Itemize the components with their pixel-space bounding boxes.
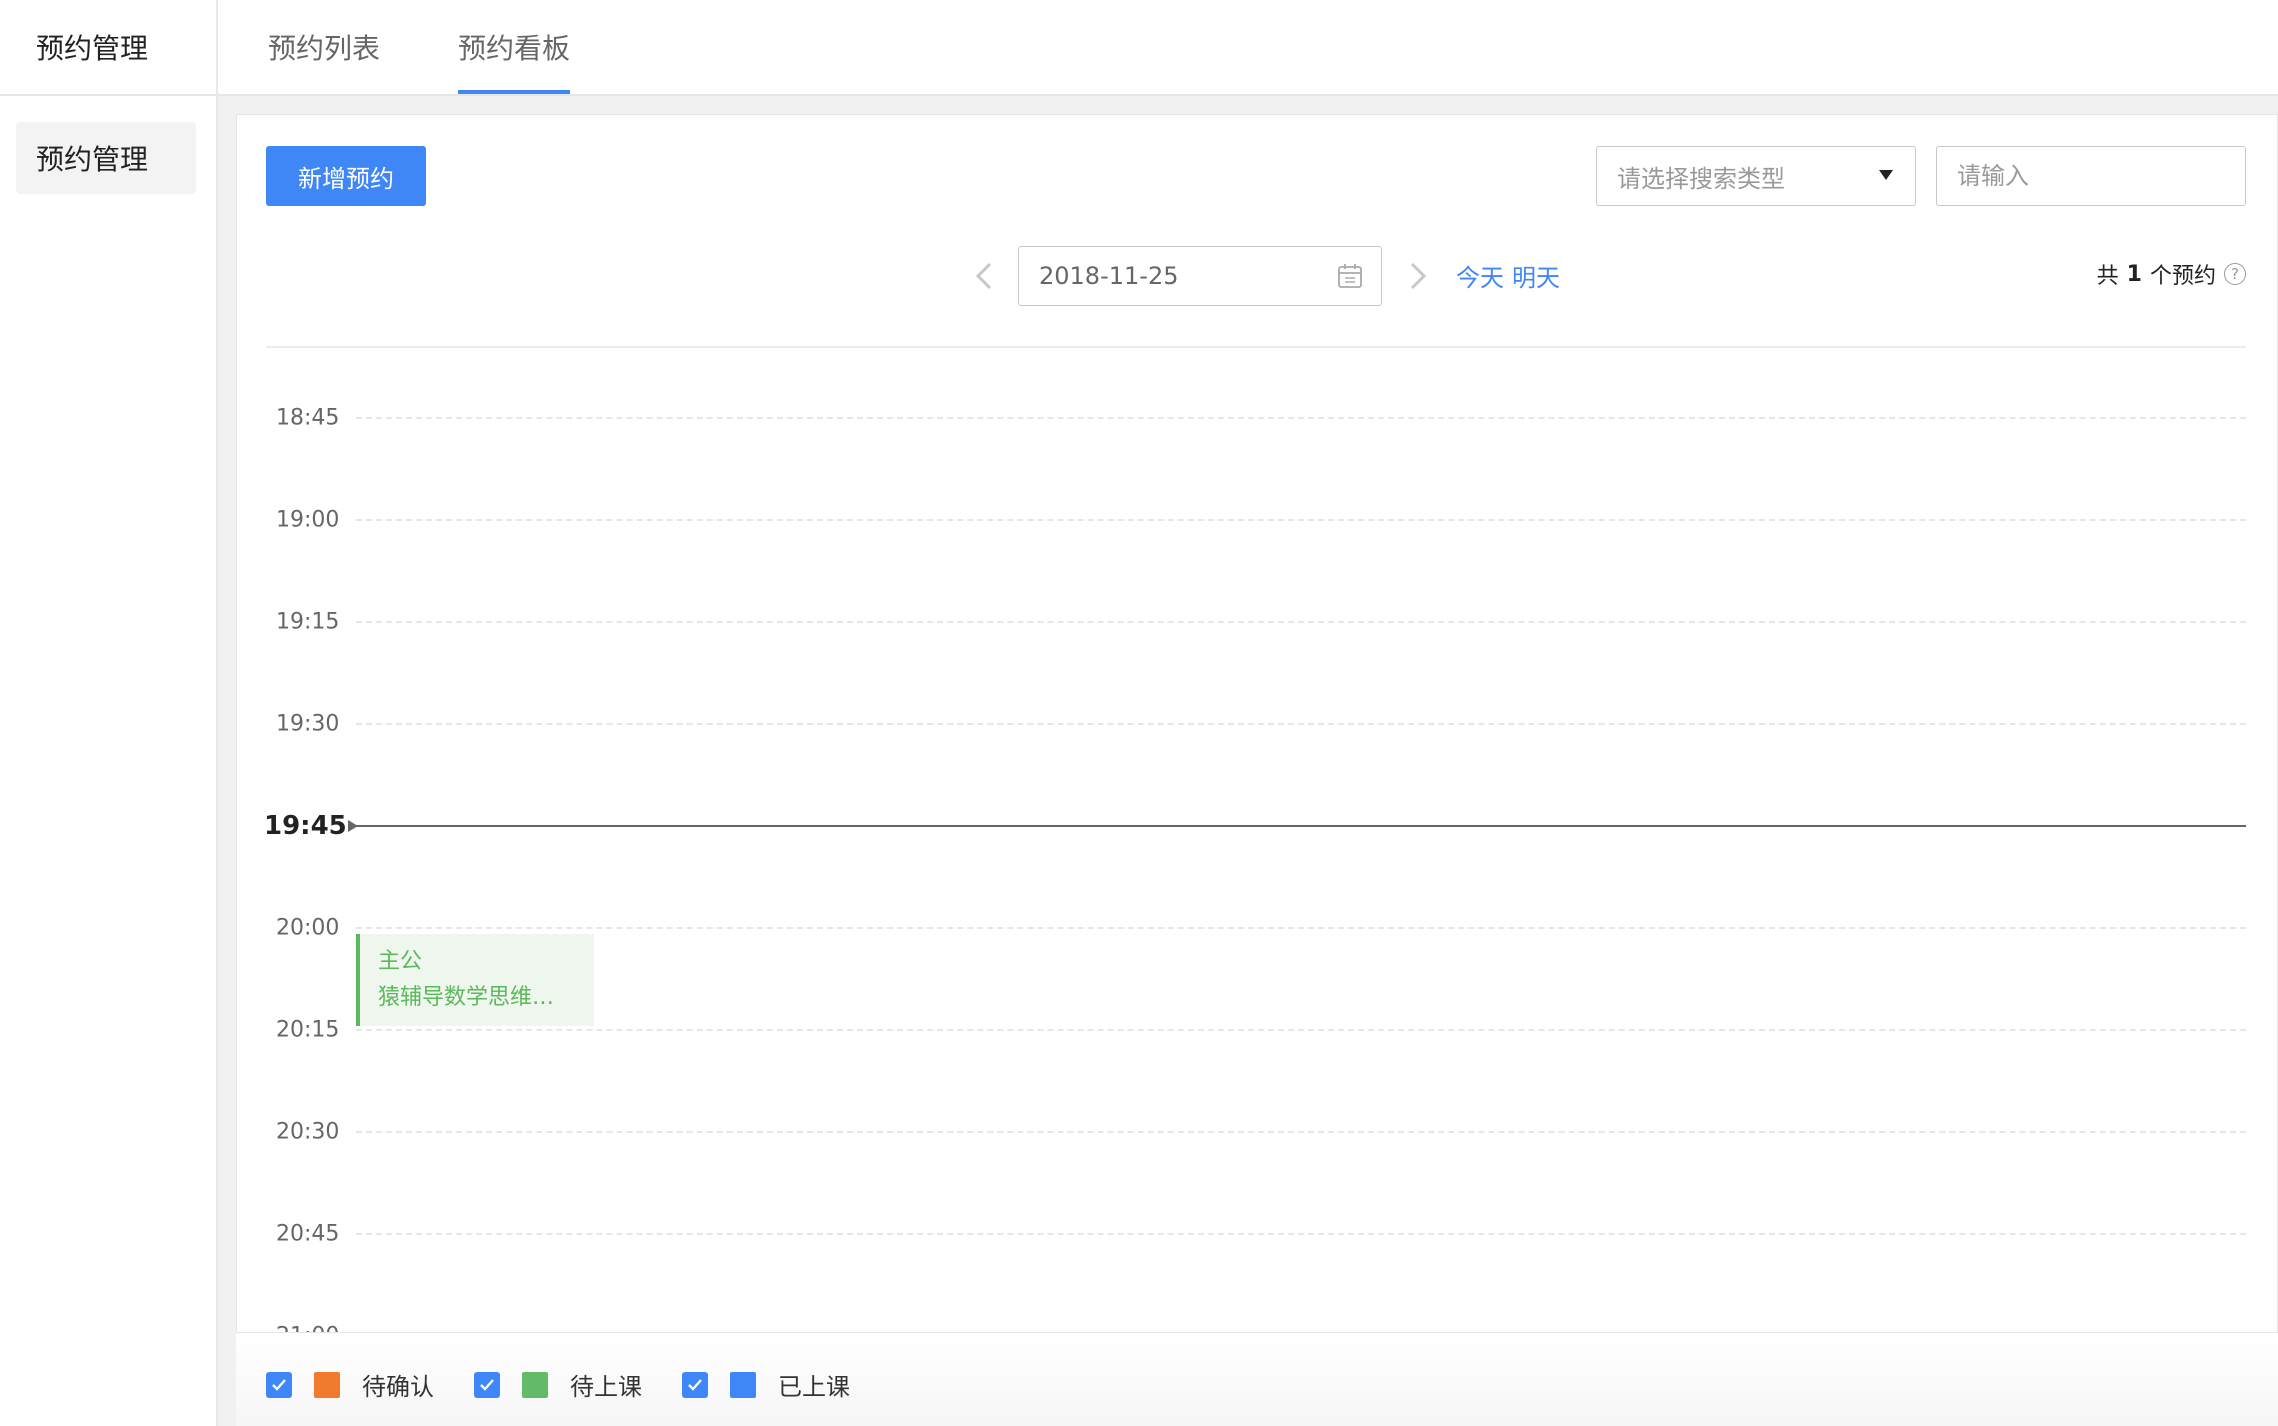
status-checkbox[interactable] [682,1371,708,1398]
total-suffix: 个预约 [2149,264,2216,289]
help-icon[interactable]: ? [2224,263,2246,285]
grid-line [356,1131,2246,1133]
date-picker[interactable]: 2018-11-25 [1018,246,1382,306]
time-label: 19:45 [264,811,347,841]
tab-label: 预约列表 [268,32,381,65]
legend-item: 已上课 [682,1367,850,1402]
calendar-icon [1338,264,1362,288]
tomorrow-link[interactable]: 明天 [1512,258,1560,293]
chevron-left-icon[interactable] [968,258,1004,294]
check-icon [688,1378,702,1391]
time-label: 20:15 [276,1017,340,1043]
current-time-line [356,825,2246,827]
grid-line [356,1233,2246,1235]
search-input[interactable] [1936,146,2246,206]
grid-line [356,519,2246,521]
current-time-marker-icon [348,820,358,832]
total-count: 1 [2126,261,2142,287]
appointment-card[interactable]: 主公猿辅导数学思维… [356,934,594,1026]
status-checkbox[interactable] [266,1371,292,1398]
search-type-select[interactable]: 请选择搜索类型 [1596,146,1916,206]
date-value: 2018-11-25 [1039,262,1179,290]
grid-line [356,417,2246,419]
caret-down-icon [1879,170,1893,180]
toolbar-divider [266,346,2246,348]
time-label: 19:00 [276,507,340,533]
time-label: 21:00 [276,1324,339,1333]
search-type-placeholder: 请选择搜索类型 [1617,164,1785,193]
check-icon [480,1378,494,1391]
grid-line [356,1029,2246,1031]
grid-line [356,723,2246,725]
tab-appointment-list[interactable]: 预约列表 [268,0,380,94]
time-label: 20:45 [276,1221,340,1247]
time-label: 20:30 [276,1119,340,1145]
time-label: 20:00 [276,915,340,941]
status-color-swatch [314,1371,340,1398]
status-checkbox[interactable] [474,1371,500,1398]
status-color-swatch [730,1371,756,1398]
timeline[interactable]: 18:45 19:00 19:15 19:30 19:45 20:00 20:15 20:30… [236,350,2278,1332]
appointment-course: 猿辅导数学思维… [378,985,555,1010]
time-label: 18:45 [276,405,340,431]
grid-line [356,621,2246,623]
sidebar-item-label: 预约管理 [36,143,149,176]
grid-line [356,927,2246,929]
legend-label: 已上课 [778,1373,850,1401]
tab-appointment-board[interactable]: 预约看板 [458,0,571,94]
time-label: 19:15 [276,609,340,635]
legend-label: 待上课 [570,1373,642,1401]
check-icon [272,1378,286,1391]
appointment-total: 共 1 个预约 ? [2097,258,2246,290]
tab-label: 预约看板 [458,32,571,65]
time-label: 19:30 [276,711,340,737]
legend-item: 待上课 [474,1367,642,1402]
legend-item: 待确认 [266,1367,434,1402]
legend-label: 待确认 [362,1373,434,1401]
top-nav: 预约列表 预约看板 [218,0,2278,94]
sidebar-item-appointment-management[interactable]: 预约管理 [16,122,196,194]
today-link[interactable]: 今天 [1456,258,1504,293]
total-prefix: 共 [2096,264,2119,289]
appointment-student: 主公 [378,949,423,974]
status-legend: 待确认 待上课 已上课 [236,1332,2278,1426]
app-title: 预约管理 [36,32,149,65]
add-appointment-button[interactable]: 新增预约 [266,146,426,206]
chevron-right-icon[interactable] [1398,258,1434,294]
status-color-swatch [522,1371,548,1398]
